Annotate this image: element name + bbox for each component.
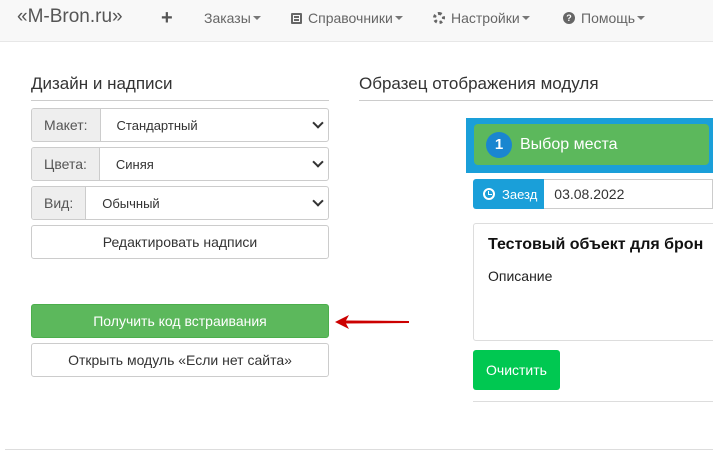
object-card: Тестовый объект для брон Описание [473, 223, 713, 341]
plus-icon[interactable]: + [161, 7, 173, 30]
brand-logo[interactable]: «M-Bron.ru» [17, 6, 123, 28]
chevron-down-icon [312, 156, 324, 168]
checkin-date-group[interactable]: Заезд 03.08.2022 [473, 179, 713, 209]
clock-icon [483, 188, 495, 200]
nav-help[interactable]: ? Помощь [563, 10, 646, 26]
object-description: Описание [488, 268, 553, 284]
view-select[interactable]: Обычный [86, 187, 328, 219]
checkin-label: Заезд [502, 186, 538, 202]
clear-button[interactable]: Очистить [473, 350, 560, 390]
layout-select-group[interactable]: Макет: Стандартный [31, 108, 329, 142]
chevron-down-icon [312, 195, 324, 207]
design-title: Дизайн и надписи [31, 74, 329, 101]
layout-select[interactable]: Стандартный [101, 109, 328, 141]
view-select-group[interactable]: Вид: Обычный [31, 186, 329, 220]
colors-select-group[interactable]: Цвета: Синяя [31, 147, 329, 181]
layout-value: Стандартный [116, 117, 198, 133]
preview-title: Образец отображения модуля [359, 74, 713, 101]
colors-select[interactable]: Синяя [100, 148, 328, 180]
nav-references[interactable]: Справочники [291, 10, 403, 26]
nav-orders-label: Заказы [204, 10, 251, 26]
navbar: «M-Bron.ru» + Заказы Справочники Настрой… [0, 0, 713, 42]
question-icon: ? [563, 12, 575, 24]
layout-label: Макет: [32, 109, 101, 141]
list-icon [291, 12, 302, 24]
caret-down-icon [637, 16, 646, 20]
step-select-place[interactable]: 1 Выбор места [474, 124, 709, 165]
nav-orders[interactable]: Заказы [204, 10, 261, 26]
arrow-left-icon [335, 315, 409, 329]
open-module-button[interactable]: Открыть модуль «Если нет сайта» [31, 343, 329, 377]
gear-icon [433, 12, 445, 24]
preview-divider [473, 401, 713, 402]
caret-down-icon [521, 16, 530, 20]
step-number-badge: 1 [486, 131, 512, 158]
view-label: Вид: [32, 187, 87, 219]
get-embed-code-button[interactable]: Получить код встраивания [31, 304, 329, 338]
object-title: Тестовый объект для брон [488, 236, 704, 253]
nav-settings[interactable]: Настройки [433, 10, 530, 26]
nav-references-label: Справочники [308, 10, 393, 26]
edit-labels-button[interactable]: Редактировать надписи [31, 225, 329, 259]
step-label: Выбор места [520, 135, 618, 153]
nav-help-label: Помощь [581, 10, 636, 26]
checkin-date-input[interactable]: 03.08.2022 [544, 179, 713, 209]
colors-value: Синяя [115, 156, 154, 172]
chevron-down-icon [312, 117, 324, 129]
checkin-addon: Заезд [473, 179, 545, 209]
view-value: Обычный [102, 195, 160, 211]
colors-label: Цвета: [32, 148, 100, 180]
caret-down-icon [252, 16, 261, 20]
caret-down-icon [394, 16, 403, 20]
nav-settings-label: Настройки [451, 10, 520, 26]
page-divider [5, 449, 713, 450]
